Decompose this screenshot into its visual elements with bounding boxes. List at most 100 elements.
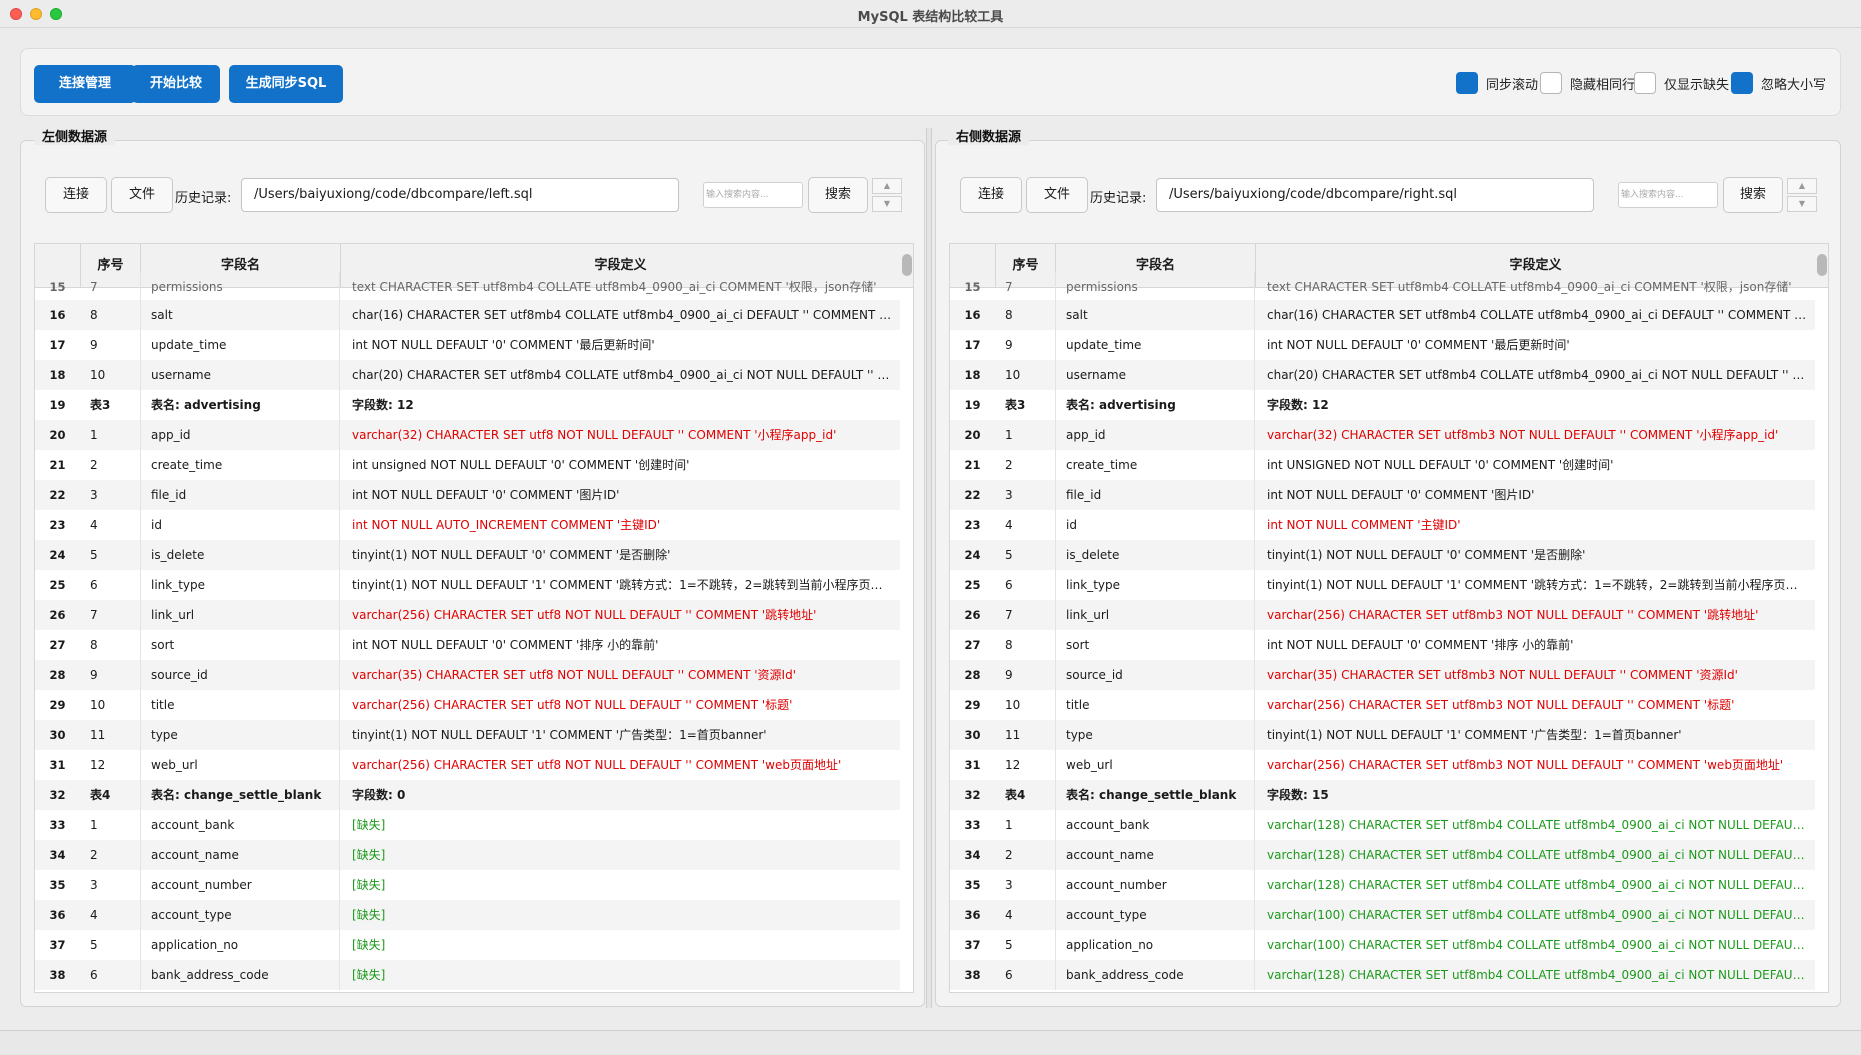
left-table-row[interactable]: 32 表4 表名: change_settle_blank 字段数: 0 (35, 780, 900, 810)
left-field-name-cell: bank_address_code (140, 960, 340, 990)
left-table-row[interactable]: 38 6 bank_address_code [缺失] (35, 960, 900, 990)
left-table-row[interactable]: 31 12 web_url varchar(256) CHARACTER SET ut… (35, 750, 900, 780)
left-field-name-cell: link_url (140, 600, 340, 630)
start-compare-button[interactable]: 开始比较 (132, 65, 220, 103)
hide-same-rows-check-box[interactable] (1540, 72, 1562, 94)
left-table-row[interactable]: 29 10 title varchar(256) CHARACTER SET utf8… (35, 690, 900, 720)
left-table-row[interactable]: 24 5 is_delete tinyint(1) NOT NULL DEFAULT … (35, 540, 900, 570)
left-table-row[interactable]: 28 9 source_id varchar(35) CHARACTER SET ut… (35, 660, 900, 690)
left-search-prev-icon[interactable]: ▲ (872, 178, 902, 194)
left-seq-cell: 表3 (90, 398, 111, 412)
right-table-row[interactable]: 23 4 id int NOT NULL COMMENT '主键ID' (950, 510, 1815, 540)
generate-sync-sql-button[interactable]: 生成同步SQL (229, 65, 343, 103)
right-table-row[interactable]: 29 10 title varchar(256) CHARACTER SET utf8… (950, 690, 1815, 720)
right-table-row[interactable]: 36 4 account_type varchar(100) CHARACTER SE… (950, 900, 1815, 930)
left-table-row[interactable]: 15 7 permissions text CHARACTER SET utf8mb4… (35, 272, 900, 302)
left-table-row[interactable]: 22 3 file_id int NOT NULL DEFAULT '0' COMME… (35, 480, 900, 510)
right-table-row[interactable]: 18 10 username char(20) CHARACTER SET utf8m… (950, 360, 1815, 390)
left-table-row[interactable]: 16 8 salt char(16) CHARACTER SET utf8mb4 CO… (35, 300, 900, 330)
left-connect-button[interactable]: 连接 (45, 177, 107, 213)
left-table-row[interactable]: 34 2 account_name [缺失] (35, 840, 900, 870)
left-table-row[interactable]: 23 4 id int NOT NULL AUTO_INCREMENT COMMENT… (35, 510, 900, 540)
left-table-row[interactable]: 35 3 account_number [缺失] (35, 870, 900, 900)
sync-scroll-checkbox[interactable]: 同步滚动 (1456, 72, 1538, 94)
left-seq-cell: 3 (90, 878, 98, 892)
left-table-row[interactable]: 37 5 application_no [缺失] (35, 930, 900, 960)
right-table-row[interactable]: 32 表4 表名: change_settle_blank 字段数: 15 (950, 780, 1815, 810)
left-field-name-cell: web_url (140, 750, 340, 780)
right-field-name-cell: link_type (1055, 570, 1255, 600)
right-table-row[interactable]: 38 6 bank_address_code varchar(128) CHARACT… (950, 960, 1815, 990)
right-seq-cell: 3 (1005, 878, 1013, 892)
left-field-name-cell: id (140, 510, 340, 540)
left-path-field[interactable]: /Users/baiyuxiong/code/dbcompare/left.sq… (241, 178, 679, 212)
right-table-row[interactable]: 25 6 link_type tinyint(1) NOT NULL DEFAULT … (950, 570, 1815, 600)
right-search-prev-icon[interactable]: ▲ (1787, 178, 1817, 194)
right-table-row[interactable]: 30 11 type tinyint(1) NOT NULL DEFAULT '1' … (950, 720, 1815, 750)
right-seq-cell: 5 (1005, 938, 1013, 952)
left-search-next-icon[interactable]: ▼ (872, 196, 902, 212)
right-table-row[interactable]: 27 8 sort int NOT NULL DEFAULT '0' COMMENT … (950, 630, 1815, 660)
left-file-button[interactable]: 文件 (111, 177, 173, 213)
left-field-def-cell: varchar(256) CHARACTER SET utf8 NOT NULL… (352, 608, 817, 622)
right-search-button[interactable]: 搜索 (1723, 177, 1783, 213)
left-table-row[interactable]: 19 表3 表名: advertising 字段数: 12 (35, 390, 900, 420)
right-file-button[interactable]: 文件 (1026, 177, 1088, 213)
left-table-row[interactable]: 25 6 link_type tinyint(1) NOT NULL DEFAULT … (35, 570, 900, 600)
left-field-name-cell: file_id (140, 480, 340, 510)
hide-same-rows-checkbox[interactable]: 隐藏相同行 (1540, 72, 1635, 94)
right-row-number: 16 (964, 308, 981, 322)
only-missing-checkbox[interactable]: 仅显示缺失 (1634, 72, 1729, 94)
left-search-button[interactable]: 搜索 (808, 177, 868, 213)
left-seq-cell: 4 (90, 908, 98, 922)
right-row-number: 17 (964, 338, 981, 352)
left-table-row[interactable]: 33 1 account_bank [缺失] (35, 810, 900, 840)
right-table-row[interactable]: 28 9 source_id varchar(35) CHARACTER SET ut… (950, 660, 1815, 690)
right-table-row[interactable]: 19 表3 表名: advertising 字段数: 12 (950, 390, 1815, 420)
left-table-row[interactable]: 36 4 account_type [缺失] (35, 900, 900, 930)
right-table-row[interactable]: 26 7 link_url varchar(256) CHARACTER SET ut… (950, 600, 1815, 630)
connection-manager-button[interactable]: 连接管理 (34, 65, 136, 103)
right-path-field[interactable]: /Users/baiyuxiong/code/dbcompare/right.s… (1156, 178, 1594, 212)
right-connect-button[interactable]: 连接 (960, 177, 1022, 213)
ignore-case-check-box[interactable] (1731, 72, 1753, 94)
left-table-row[interactable]: 30 11 type tinyint(1) NOT NULL DEFAULT '1' … (35, 720, 900, 750)
right-seq-cell: 8 (1005, 638, 1013, 652)
right-table-row[interactable]: 22 3 file_id int NOT NULL DEFAULT '0' COMME… (950, 480, 1815, 510)
left-table-row[interactable]: 17 9 update_time int NOT NULL DEFAULT '0' C… (35, 330, 900, 360)
left-table-row[interactable]: 20 1 app_id varchar(32) CHARACTER SET utf8 … (35, 420, 900, 450)
right-field-name-cell: bank_address_code (1055, 960, 1255, 990)
left-table-row[interactable]: 18 10 username char(20) CHARACTER SET utf8m… (35, 360, 900, 390)
right-scrollbar[interactable] (1817, 254, 1827, 276)
left-seq-cell: 1 (90, 428, 98, 442)
left-table-row[interactable]: 27 8 sort int NOT NULL DEFAULT '0' COMMENT … (35, 630, 900, 660)
right-table-row[interactable]: 17 9 update_time int NOT NULL DEFAULT '0' C… (950, 330, 1815, 360)
right-table-row[interactable]: 24 5 is_delete tinyint(1) NOT NULL DEFAULT … (950, 540, 1815, 570)
right-table-row[interactable]: 35 3 account_number varchar(128) CHARACTER … (950, 870, 1815, 900)
left-field-def-cell: 字段数: 0 (352, 788, 406, 802)
right-table-row[interactable]: 21 2 create_time int UNSIGNED NOT NULL DEFA… (950, 450, 1815, 480)
right-table-row[interactable]: 34 2 account_name varchar(128) CHARACTER SE… (950, 840, 1815, 870)
right-table-row[interactable]: 20 1 app_id varchar(32) CHARACTER SET utf8m… (950, 420, 1815, 450)
right-field-name-cell: id (1055, 510, 1255, 540)
right-table-row[interactable]: 37 5 application_no varchar(100) CHARACTER … (950, 930, 1815, 960)
right-row-number: 23 (964, 518, 981, 532)
ignore-case-checkbox[interactable]: 忽略大小写 (1731, 72, 1826, 94)
only-missing-check-box[interactable] (1634, 72, 1656, 94)
right-table-row[interactable]: 33 1 account_bank varchar(128) CHARACTER SE… (950, 810, 1815, 840)
right-search-input[interactable]: 输入搜索内容... (1618, 182, 1718, 208)
sync-scroll-check-box[interactable] (1456, 72, 1478, 94)
right-row-number: 31 (964, 758, 981, 772)
right-table-row[interactable]: 31 12 web_url varchar(256) CHARACTER SET ut… (950, 750, 1815, 780)
left-table-row[interactable]: 26 7 link_url varchar(256) CHARACTER SET ut… (35, 600, 900, 630)
left-row-number: 32 (49, 788, 66, 802)
left-table-row[interactable]: 21 2 create_time int unsigned NOT NULL DEFA… (35, 450, 900, 480)
right-row-number: 26 (964, 608, 981, 622)
right-table-row[interactable]: 15 7 permissions text CHARACTER SET utf8mb4… (950, 272, 1815, 302)
left-search-input[interactable]: 输入搜索内容... (703, 182, 803, 208)
right-field-def-cell: varchar(128) CHARACTER SET utf8mb4 COLLA… (1267, 818, 1815, 832)
right-table-row[interactable]: 16 8 salt char(16) CHARACTER SET utf8mb4 CO… (950, 300, 1815, 330)
panel-splitter[interactable] (926, 128, 932, 1008)
right-search-next-icon[interactable]: ▼ (1787, 196, 1817, 212)
left-scrollbar[interactable] (902, 254, 912, 276)
